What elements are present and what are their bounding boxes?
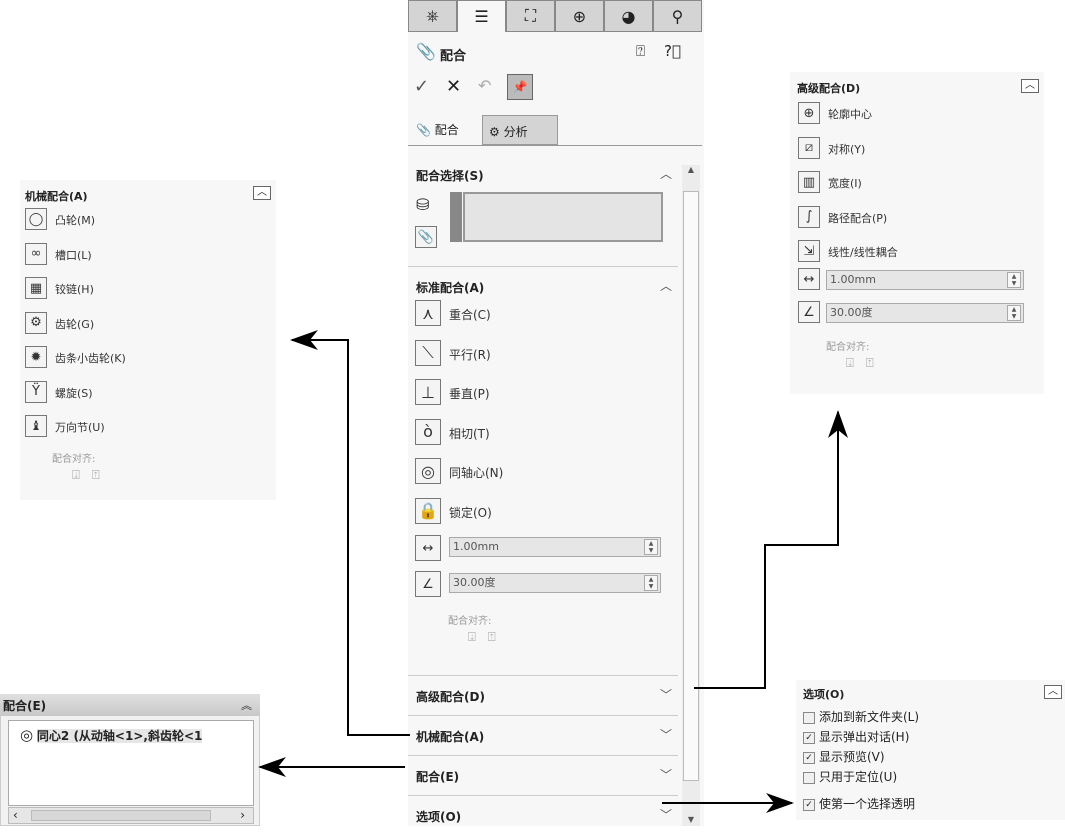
callout-arrows [258,330,848,813]
arrow-mechanical [290,330,410,736]
arrow-advanced [694,410,848,689]
